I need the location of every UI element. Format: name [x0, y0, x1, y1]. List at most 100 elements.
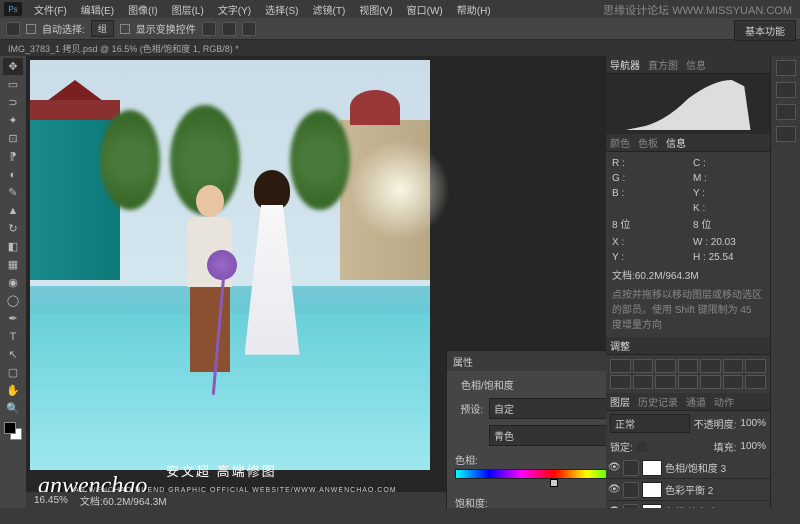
adj-thresh-icon[interactable] [723, 375, 744, 389]
menu-window[interactable]: 窗口(W) [401, 2, 449, 17]
eyedropper-tool[interactable]: ⁋ [3, 148, 23, 165]
adj-vibrance-icon[interactable] [700, 359, 721, 373]
document-tab[interactable]: IMG_3783_1 拷贝.psd @ 16.5% (色相/饱和度 1, RGB… [0, 40, 800, 56]
document-canvas[interactable] [30, 60, 430, 470]
panel-icon[interactable] [776, 60, 796, 76]
eraser-tool[interactable]: ◧ [3, 238, 23, 255]
opacity-value[interactable]: 100% [740, 418, 766, 429]
layer-row[interactable]: 👁 色相/饱和度 2 [606, 501, 770, 508]
menu-help[interactable]: 帮助(H) [451, 2, 497, 17]
tab-history[interactable]: 历史记录 [638, 394, 678, 409]
align-icon[interactable] [242, 22, 256, 36]
shape-tool[interactable]: ▢ [3, 364, 23, 381]
tab-actions[interactable]: 动作 [714, 394, 734, 409]
adj-chmix-icon[interactable] [633, 375, 654, 389]
marquee-tool[interactable]: ▭ [3, 76, 23, 93]
visibility-icon[interactable]: 👁 [608, 506, 620, 508]
menu-view[interactable]: 视图(V) [353, 2, 398, 17]
panel-icon[interactable] [776, 104, 796, 120]
dodge-tool[interactable]: ◯ [3, 292, 23, 309]
adj-levels-icon[interactable] [633, 359, 654, 373]
menu-type[interactable]: 文字(Y) [212, 2, 257, 17]
adj-lookup-icon[interactable] [655, 375, 676, 389]
history-brush-tool[interactable]: ↻ [3, 220, 23, 237]
properties-title: 属性 [453, 354, 473, 369]
align-icon[interactable] [222, 22, 236, 36]
panel-icon[interactable] [776, 126, 796, 142]
adj-hue-icon[interactable] [723, 359, 744, 373]
tab-navigator[interactable]: 导航器 [610, 57, 640, 72]
adj-thumb-icon [623, 460, 639, 476]
tab-histogram[interactable]: 直方图 [648, 57, 678, 72]
pen-tool[interactable]: ✒ [3, 310, 23, 327]
histogram-display [606, 74, 770, 134]
adj-gradmap-icon[interactable] [745, 375, 766, 389]
blend-mode-dropdown[interactable]: 正常 [610, 414, 690, 433]
menu-image[interactable]: 图像(I) [122, 2, 163, 17]
auto-select-dropdown[interactable]: 组 [91, 20, 114, 37]
tab-color[interactable]: 颜色 [610, 135, 630, 150]
blur-tool[interactable]: ◉ [3, 274, 23, 291]
color-swatch[interactable] [4, 422, 22, 440]
stamp-tool[interactable]: ▲ [3, 202, 23, 219]
layer-name: 色相/饱和度 3 [665, 460, 726, 475]
panel-icon[interactable] [776, 82, 796, 98]
visibility-icon[interactable]: 👁 [608, 484, 620, 495]
mask-thumb[interactable] [642, 460, 662, 476]
auto-select-checkbox[interactable] [26, 24, 36, 34]
lasso-tool[interactable]: ⊃ [3, 94, 23, 111]
adj-curves-icon[interactable] [655, 359, 676, 373]
wand-tool[interactable]: ✦ [3, 112, 23, 129]
tab-swatch[interactable]: 色板 [638, 135, 658, 150]
tab-channels[interactable]: 通道 [686, 394, 706, 409]
properties-panel: 属性≡ 色相/饱和度 预设:自定 青色 色相:-12 饱和度:0 明度:0 ⁋⁋… [446, 350, 606, 508]
tool-panel: ✥ ▭ ⊃ ✦ ⊡ ⁋ ◐ ✎ ▲ ↻ ◧ ▦ ◉ ◯ ✒ T ↖ ▢ ✋ 🔍 [0, 56, 26, 508]
move-tool-icon[interactable] [6, 22, 20, 36]
brush-tool[interactable]: ✎ [3, 184, 23, 201]
tab-info2[interactable]: 信息 [666, 135, 686, 150]
tab-info[interactable]: 信息 [686, 57, 706, 72]
fill-value[interactable]: 100% [740, 441, 766, 452]
adj-exposure-icon[interactable] [678, 359, 699, 373]
status-bar: 16.45% 文档:60.2M/964.3M [26, 492, 446, 508]
adj-bw-icon[interactable] [745, 359, 766, 373]
workspace-dropdown[interactable]: 基本功能 [734, 20, 796, 41]
visibility-icon[interactable]: 👁 [608, 462, 620, 473]
align-icon[interactable] [202, 22, 216, 36]
adj-brightness-icon[interactable] [610, 359, 631, 373]
hue-slider[interactable] [455, 469, 606, 479]
zoom-level[interactable]: 16.45% [34, 495, 68, 506]
show-transform-label: 显示变换控件 [136, 21, 196, 36]
lock-icon[interactable] [637, 442, 647, 452]
tab-layers[interactable]: 图层 [610, 394, 630, 409]
layer-row[interactable]: 👁 色相/饱和度 3 [606, 457, 770, 479]
mask-thumb[interactable] [642, 504, 662, 509]
layer-name: 色彩平衡 2 [665, 482, 713, 497]
move-tool[interactable]: ✥ [3, 58, 23, 75]
adj-photo-icon[interactable] [610, 375, 631, 389]
path-tool[interactable]: ↖ [3, 346, 23, 363]
menu-edit[interactable]: 编辑(E) [75, 2, 120, 17]
channel-dropdown[interactable]: 青色 [489, 425, 606, 446]
zoom-tool[interactable]: 🔍 [3, 400, 23, 417]
menu-layer[interactable]: 图层(L) [166, 2, 210, 17]
menu-filter[interactable]: 滤镜(T) [307, 2, 352, 17]
preset-dropdown[interactable]: 自定 [489, 398, 606, 419]
type-tool[interactable]: T [3, 328, 23, 345]
options-bar: 自动选择: 组 显示变换控件 [0, 18, 800, 40]
layer-name: 色相/饱和度 2 [665, 504, 726, 508]
menu-file[interactable]: 文件(F) [28, 2, 73, 17]
layer-row[interactable]: 👁 色彩平衡 2 [606, 479, 770, 501]
crop-tool[interactable]: ⊡ [3, 130, 23, 147]
adj-thumb-icon [623, 482, 639, 498]
hand-tool[interactable]: ✋ [3, 382, 23, 399]
adj-poster-icon[interactable] [700, 375, 721, 389]
tab-adjustments[interactable]: 调整 [610, 338, 630, 353]
adj-invert-icon[interactable] [678, 375, 699, 389]
collapsed-panels [770, 56, 800, 508]
gradient-tool[interactable]: ▦ [3, 256, 23, 273]
heal-tool[interactable]: ◐ [3, 166, 23, 183]
mask-thumb[interactable] [642, 482, 662, 498]
menu-select[interactable]: 选择(S) [259, 2, 304, 17]
show-transform-checkbox[interactable] [120, 24, 130, 34]
